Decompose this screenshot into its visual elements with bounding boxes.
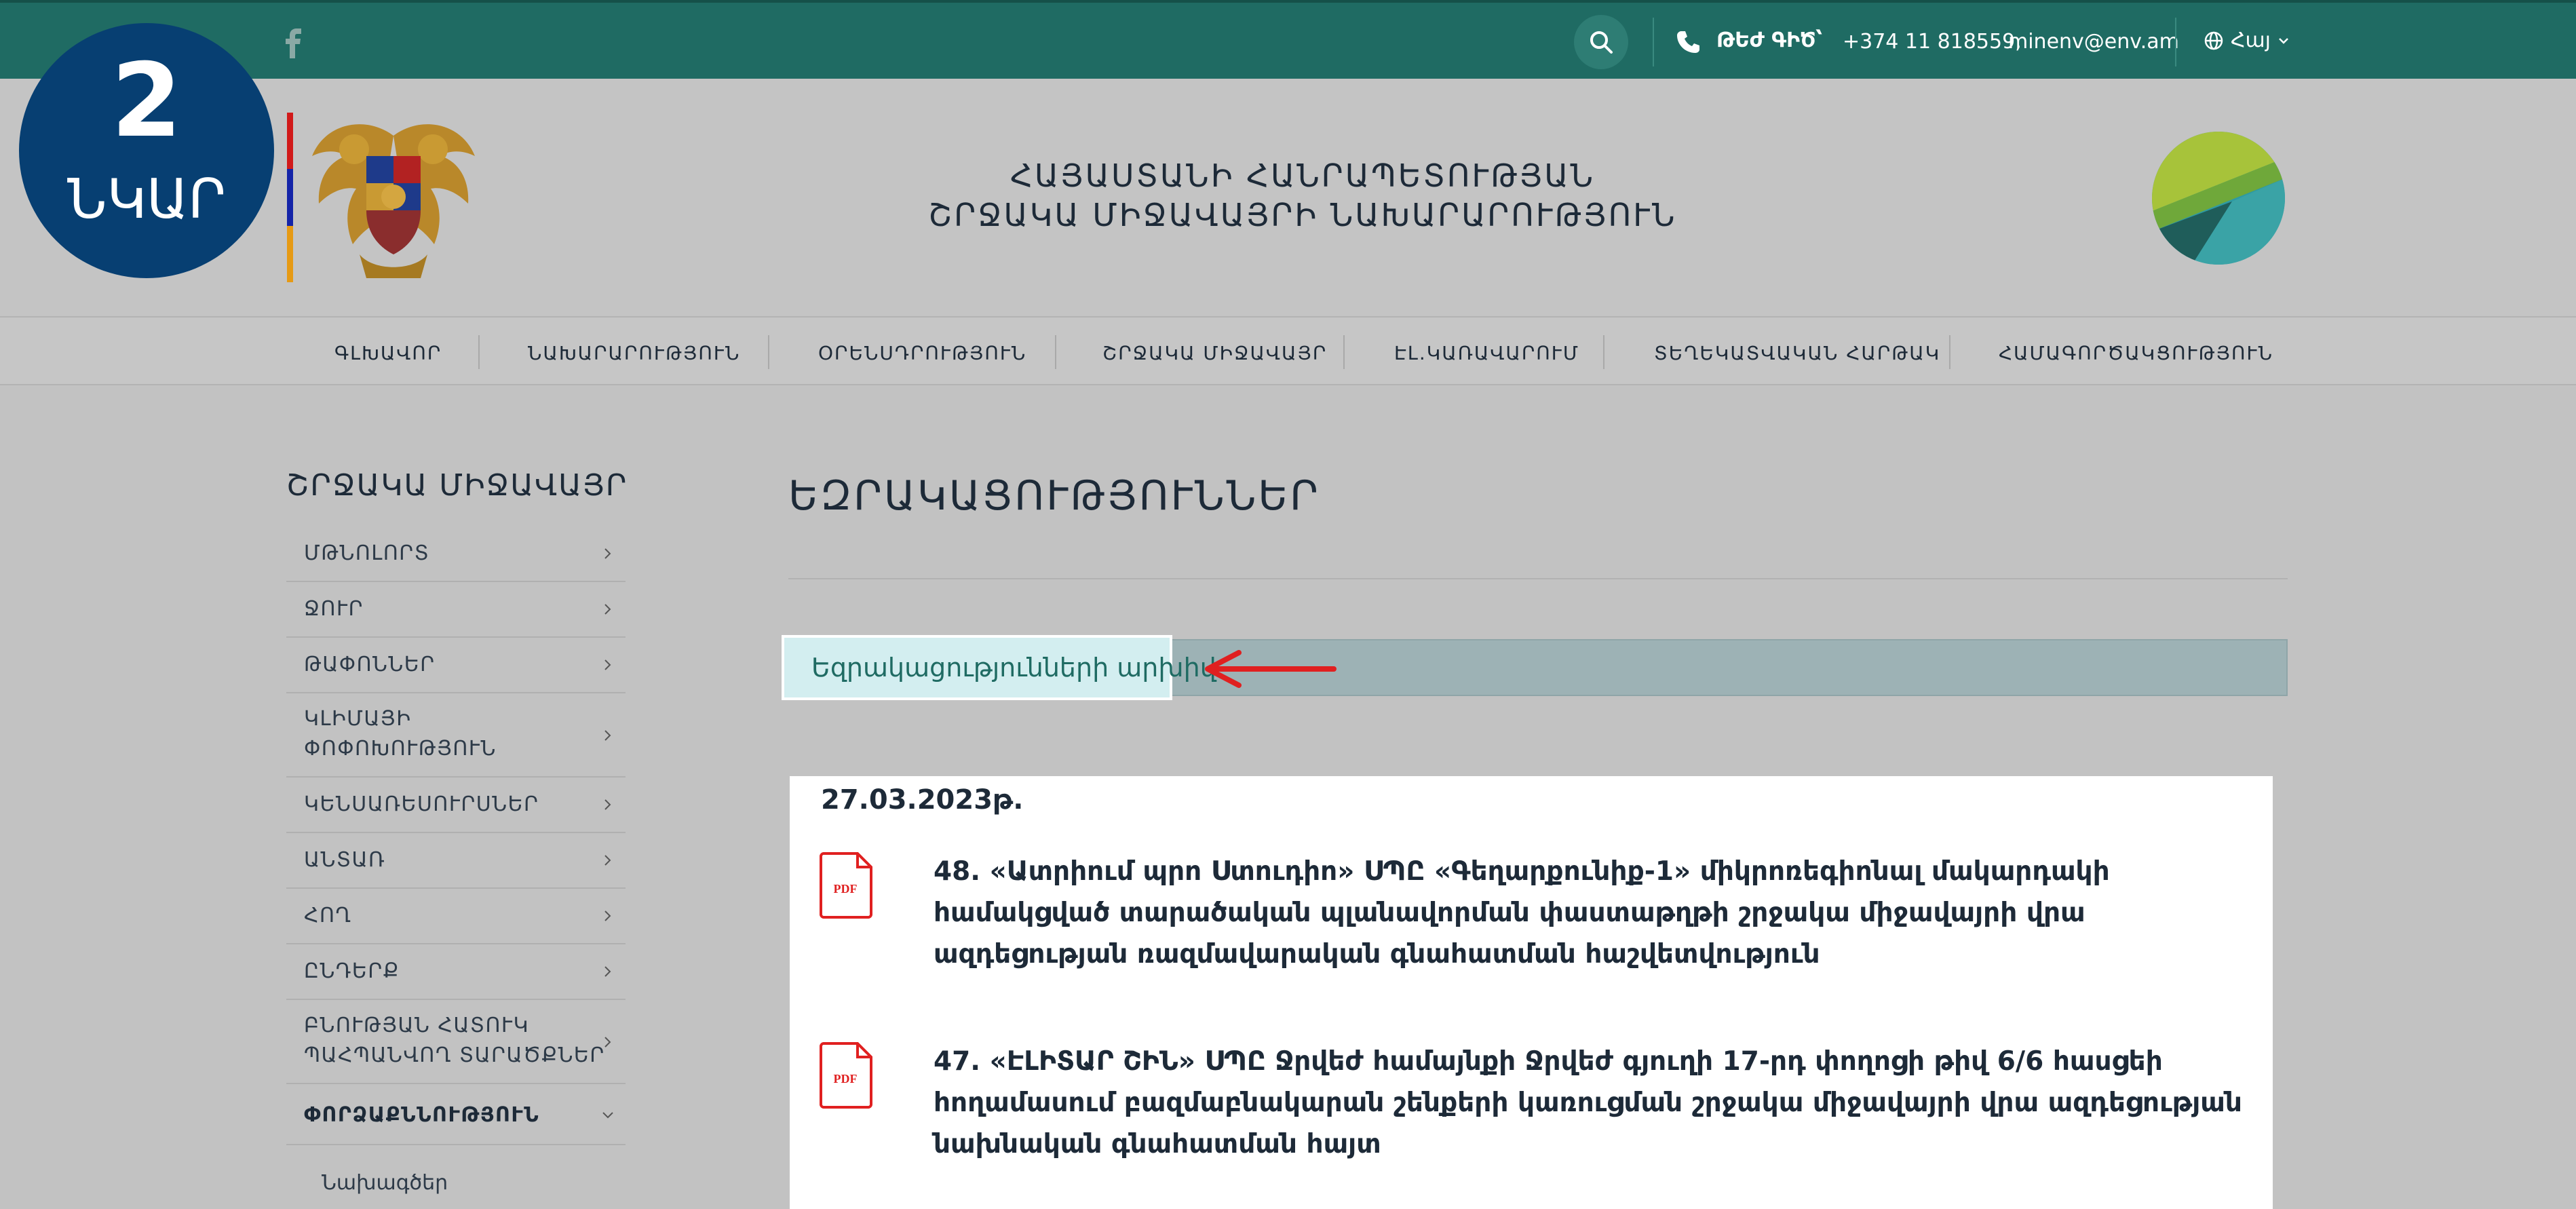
sidebar-item-climate-change[interactable]: ԿԼԻՄԱՅԻ ՓՈՓՈԽՈՒԹՅՈՒՆ: [286, 693, 626, 778]
nav-divider: [1603, 335, 1604, 369]
sidebar-item-label: ՄԹՆՈԼՈՐՏ: [304, 541, 430, 565]
flag-bar: [287, 113, 293, 282]
chevron-right-icon: [604, 1037, 611, 1048]
nav-item-environment[interactable]: ՇՐՋԱԿԱ ՄԻՋԱՎԱՅՐ: [1102, 342, 1327, 364]
coat-of-arms-logo[interactable]: [299, 109, 488, 285]
sidebar-item-label: ՓՈՓՈԽՈՒԹՅՈՒՆ: [304, 737, 497, 761]
pdf-icon[interactable]: PDF: [820, 851, 874, 919]
chevron-right-icon: [604, 604, 611, 615]
sidebar-item-label: ՊԱՀՊԱՆՎՈՂ ՏԱՐԱԾՔՆԵՐ: [304, 1043, 605, 1067]
top-bar: ԹԵԺ ԳԻԾ՝ +374 11 818559, minenv@env.am Հ…: [0, 0, 2576, 79]
search-button[interactable]: [1574, 15, 1628, 69]
nav-divider: [478, 335, 480, 369]
main-nav: ԳԼԽԱՎՈՐ ՆԱԽԱՐԱՐՈՒԹՅՈՒՆ ՕՐԵՆՍԴՐՈՒԹՅՈՒՆ ՇՐ…: [0, 316, 2576, 385]
sidebar-item-water[interactable]: ՋՈՒՐ: [286, 582, 626, 638]
list-item: PDF 47. «ԷԼԻՏԱՐ ՇԻՆ» ՍՊԸ Ջրվեժ համայնքի …: [820, 1041, 2258, 1176]
language-selector[interactable]: Հայ: [2204, 28, 2290, 52]
chevron-right-icon: [604, 966, 611, 977]
nav-divider: [1343, 335, 1345, 369]
sidebar-title: ՇՐՋԱԿԱ ՄԻՋԱՎԱՅՐ: [286, 468, 628, 503]
hotline-label: ԹԵԺ ԳԻԾ՝: [1716, 28, 1823, 52]
sidebar-item-label: ՀՈՂ: [304, 904, 352, 927]
nav-item-cooperation[interactable]: ՀԱՄԱԳՈՐԾԱԿՑՈՒԹՅՈՒՆ: [1999, 342, 2273, 364]
figure-label: ՆԿԱՐ: [67, 168, 226, 231]
sidebar-item-protected-areas[interactable]: ԲՆՈՒԹՅԱՆ ՀԱՏՈՒԿ ՊԱՀՊԱՆՎՈՂ ՏԱՐԱԾՔՆԵՐ: [286, 1000, 626, 1084]
email-link[interactable]: minenv@env.am: [2008, 30, 2179, 54]
document-title: «ԷԼԻՏԱՐ ՇԻՆ» ՍՊԸ Ջրվեժ համայնքի Ջրվեժ գյ…: [934, 1046, 2242, 1159]
language-label: Հայ: [2231, 28, 2271, 52]
divider: [1653, 18, 1654, 66]
pdf-icon[interactable]: PDF: [820, 1041, 874, 1109]
page-title: ԵԶՐԱԿԱՑՈՒԹՅՈՒՆՆԵՐ: [788, 472, 1320, 520]
chevron-down-icon: [602, 1112, 613, 1119]
nav-divider: [1055, 335, 1056, 369]
document-number: 48.: [934, 856, 981, 887]
sidebar-item-land[interactable]: ՀՈՂ: [286, 889, 626, 944]
document-number: 47.: [934, 1046, 981, 1077]
sidebar-item-waste[interactable]: ԹԱՓՈՆՆԵՐ: [286, 638, 626, 693]
conclusions-card: 27.03.2023թ. PDF 48. «Ատրիում պրո Ստուդի…: [790, 776, 2273, 1209]
document-title: «Ատրիում պրո Ստուդիո» ՍՊԸ «Գեղարքունիք-1…: [934, 856, 2110, 970]
publication-date: 27.03.2023թ.: [821, 784, 1024, 815]
ministry-title-line2: ՇՐՋԱԿԱ ՄԻՋԱՎԱՅՐԻ ՆԱԽԱՐԱՐՈՒԹՅՈՒՆ: [928, 197, 1677, 233]
phone-icon: [1677, 31, 1699, 53]
figure-number: 2: [111, 42, 182, 160]
sidebar-item-expertise[interactable]: ՓՈՐՁԱՔՆՆՈՒԹՅՈՒՆ: [286, 1084, 626, 1145]
sidebar-item-forest[interactable]: ԱՆՏԱՌ: [286, 833, 626, 889]
chevron-right-icon: [604, 730, 611, 741]
chevron-down-icon: [2278, 37, 2288, 44]
svg-text:PDF: PDF: [834, 1072, 858, 1086]
chevron-right-icon: [604, 910, 611, 921]
sidebar-item-label: ԱՆՏԱՌ: [304, 848, 386, 872]
search-icon: [1590, 31, 1613, 54]
document-link[interactable]: 48. «Ատրիում պրո Ստուդիո» ՍՊԸ «Գեղարքուն…: [934, 851, 2263, 975]
arrow-left-icon: [1205, 650, 1337, 688]
ministry-title-line1: ՀԱՅԱՍՏԱՆԻ ՀԱՆՐԱՊԵՏՈՒԹՅԱՆ: [1010, 157, 1596, 194]
chevron-right-icon: [604, 659, 611, 670]
facebook-icon[interactable]: [284, 28, 304, 58]
chevron-right-icon: [604, 855, 611, 866]
chevron-right-icon: [604, 548, 611, 559]
archive-button[interactable]: Եզրակացությունների արխիվ: [782, 635, 1216, 700]
sidebar-item-label: ՓՈՐՁԱՔՆՆՈՒԹՅՈՒՆ: [304, 1103, 540, 1127]
nav-divider: [768, 335, 769, 369]
eco-logo[interactable]: [2151, 130, 2286, 266]
nav-item-information[interactable]: ՏԵՂԵԿԱՏՎԱԿԱՆ ՀԱՐԹԱԿ: [1654, 342, 1940, 364]
divider: [2175, 18, 2176, 66]
sidebar-item-label: ԸՆԴԵՐՔ: [304, 959, 400, 983]
nav-item-home[interactable]: ԳԼԽԱՎՈՐ: [334, 342, 442, 364]
globe-icon: [2204, 31, 2223, 50]
sidebar-item-label: ԿԼԻՄԱՅԻ: [304, 707, 412, 731]
svg-text:PDF: PDF: [834, 882, 858, 896]
nav-item-ministry[interactable]: ՆԱԽԱՐԱՐՈՒԹՅՈՒՆ: [528, 342, 740, 364]
phone-number[interactable]: +374 11 818559,: [1843, 30, 2022, 54]
nav-divider: [1949, 335, 1950, 369]
sidebar-item-label: ԲՆՈՒԹՅԱՆ ՀԱՏՈՒԿ: [304, 1014, 530, 1037]
sidebar-item-atmosphere[interactable]: ՄԹՆՈԼՈՐՏ: [286, 526, 626, 582]
sidebar-item-label: ԹԱՓՈՆՆԵՐ: [304, 653, 436, 676]
nav-item-legislation[interactable]: ՕՐԵՆՍԴՐՈՒԹՅՈՒՆ: [818, 342, 1026, 364]
sidebar-subitem-projects[interactable]: Նախագծեր: [322, 1171, 448, 1195]
document-link[interactable]: 47. «ԷԼԻՏԱՐ ՇԻՆ» ՍՊԸ Ջրվեժ համայնքի Ջրվե…: [934, 1041, 2263, 1165]
sidebar-item-bioresources[interactable]: ԿԵՆՍԱՌԵՍՈՒՐՍՆԵՐ: [286, 778, 626, 833]
figure-badge: 2 ՆԿԱՐ: [19, 23, 274, 278]
sidebar-item-label: ՋՈՒՐ: [304, 597, 364, 621]
sidebar-item-subsoil[interactable]: ԸՆԴԵՐՔ: [286, 944, 626, 1000]
nav-item-e-governance[interactable]: ԷԼ.ԿԱՌԱՎԱՐՈՒՄ: [1394, 342, 1579, 364]
divider: [788, 578, 2288, 579]
sidebar-item-label: ԿԵՆՍԱՌԵՍՈՒՐՍՆԵՐ: [304, 792, 539, 816]
list-item: PDF 48. «Ատրիում պրո Ստուդիո» ՍՊԸ «Գեղար…: [820, 851, 2258, 986]
chevron-right-icon: [604, 799, 611, 810]
